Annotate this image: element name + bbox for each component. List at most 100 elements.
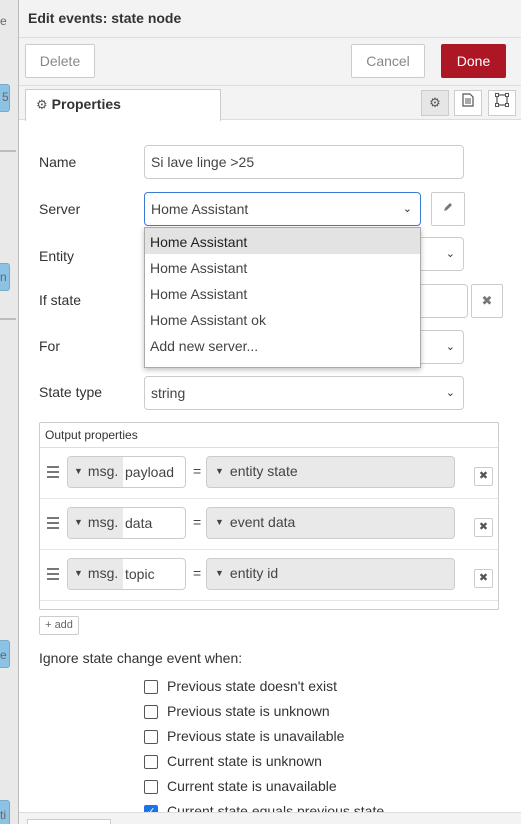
property-name: topic: [125, 566, 155, 582]
canvas-text-fragment: ti: [0, 808, 6, 822]
document-icon: [462, 93, 474, 107]
canvas-text-fragment: n: [0, 270, 7, 284]
caret-down-icon: ▼: [74, 568, 83, 578]
property-prefix: msg.: [87, 565, 119, 581]
value-text: entity id: [229, 565, 279, 581]
drag-handle-icon[interactable]: [47, 466, 59, 481]
caret-down-icon: ▼: [74, 466, 83, 476]
remove-row-button[interactable]: ✖: [474, 569, 493, 588]
tray-title: Edit events: state node: [19, 0, 521, 38]
entity-label: Entity: [39, 248, 75, 264]
property-type-select[interactable]: ▼ msg.: [68, 508, 123, 538]
name-label: Name: [39, 154, 77, 170]
checkbox-label: Previous state is unknown: [167, 703, 330, 719]
checkbox-label: Previous state doesn't exist: [167, 678, 337, 694]
checkbox[interactable]: [144, 730, 158, 744]
server-label: Server: [39, 201, 81, 217]
canvas-wire: [0, 318, 16, 320]
canvas-text-fragment: e: [0, 14, 7, 28]
drag-handle-icon[interactable]: [47, 517, 59, 532]
server-select[interactable]: Home Assistant ⌄: [144, 192, 421, 226]
checkbox-label: Current state is unknown: [167, 753, 322, 769]
chevron-down-icon: ⌄: [445, 387, 455, 399]
name-input[interactable]: Si lave linge >25: [144, 145, 464, 179]
tray-footer: [19, 812, 521, 824]
output-property-row: ▼ msg. topic = ▼ entity id ✖: [40, 550, 498, 601]
if-state-label: If state: [39, 292, 82, 308]
state-type-select[interactable]: string ⌄: [144, 376, 464, 410]
frame-icon: [495, 93, 509, 107]
checkbox[interactable]: [144, 705, 158, 719]
server-select-value: Home Assistant: [151, 201, 249, 217]
properties-panel: Name Si lave linge >25 Server Home Assis…: [19, 120, 521, 824]
checkbox-label: Previous state is unavailable: [167, 728, 345, 744]
state-type-label: State type: [39, 384, 103, 400]
caret-down-icon: ▼: [74, 517, 83, 527]
output-properties-box: Output properties ▼ msg. payload = ▼ entit…: [39, 422, 499, 610]
remove-row-button[interactable]: ✖: [474, 467, 493, 486]
equals-sign: =: [193, 514, 202, 530]
caret-down-icon: ▼: [215, 568, 224, 578]
footer-tab[interactable]: [27, 819, 111, 824]
chevron-down-icon: ⌄: [445, 248, 455, 260]
pencil-icon: [444, 203, 452, 211]
property-input[interactable]: ▼ msg. topic: [67, 558, 186, 590]
state-type-value: string: [151, 385, 186, 401]
add-property-button[interactable]: + add: [39, 616, 79, 635]
dropdown-option[interactable]: Home Assistant: [145, 228, 420, 254]
property-prefix: msg.: [87, 463, 119, 479]
value-type-select[interactable]: ▼ entity id: [206, 558, 455, 590]
value-text: entity state: [229, 463, 298, 479]
tab-properties-label: Properties: [51, 96, 121, 112]
chevron-down-icon: ⌄: [445, 341, 455, 353]
tray-tabs: ⚙ Properties ⚙: [19, 86, 521, 121]
checkbox-label: Current state is unavailable: [167, 778, 337, 794]
property-type-select[interactable]: ▼ msg.: [68, 457, 123, 487]
server-dropdown-list: Home Assistant Home Assistant Home Assis…: [144, 227, 421, 368]
clear-if-state-button[interactable]: ✖: [471, 284, 503, 318]
flow-canvas-edge[interactable]: e 5 n e ti: [0, 0, 18, 824]
dropdown-option[interactable]: Home Assistant ok: [145, 306, 420, 332]
property-type-select[interactable]: ▼ msg.: [68, 559, 123, 589]
equals-sign: =: [193, 463, 202, 479]
property-input[interactable]: ▼ msg. data: [67, 507, 186, 539]
property-name: payload: [125, 464, 175, 480]
done-button[interactable]: Done: [441, 44, 506, 78]
caret-down-icon: ▼: [215, 466, 224, 476]
cancel-button[interactable]: Cancel: [351, 44, 425, 78]
gear-icon: ⚙: [36, 97, 48, 112]
checkbox[interactable]: [144, 755, 158, 769]
ignore-label: Ignore state change event when:: [39, 650, 243, 666]
value-text: event data: [229, 514, 296, 530]
settings-tab-icon[interactable]: ⚙: [421, 90, 449, 116]
value-type-select[interactable]: ▼ event data: [206, 507, 455, 539]
delete-button[interactable]: Delete: [25, 44, 95, 78]
property-prefix: msg.: [87, 514, 119, 530]
tab-properties[interactable]: ⚙ Properties: [25, 89, 221, 121]
value-type-select[interactable]: ▼ entity state: [206, 456, 455, 488]
output-properties-title: Output properties: [45, 428, 138, 442]
add-new-server-option[interactable]: Add new server...: [145, 332, 420, 358]
equals-sign: =: [193, 565, 202, 581]
canvas-wire: [0, 150, 16, 152]
remove-row-button[interactable]: ✖: [474, 518, 493, 537]
plus-icon: +: [45, 619, 52, 631]
description-tab-icon[interactable]: [454, 90, 482, 116]
edit-server-button[interactable]: [431, 192, 465, 226]
canvas-text-fragment: e: [0, 648, 7, 662]
tray-toolbar: Delete Cancel Done: [19, 38, 521, 86]
output-property-row: ▼ msg. payload = ▼ entity state ✖: [40, 448, 498, 499]
appearance-tab-icon[interactable]: [488, 90, 516, 116]
add-label: add: [54, 619, 73, 631]
drag-handle-icon[interactable]: [47, 568, 59, 583]
checkbox[interactable]: [144, 680, 158, 694]
checkbox[interactable]: [144, 780, 158, 794]
dropdown-option[interactable]: Home Assistant: [145, 280, 420, 306]
for-label: For: [39, 338, 60, 354]
dropdown-option[interactable]: Home Assistant: [145, 254, 420, 280]
chevron-down-icon: ⌄: [402, 203, 412, 215]
canvas-text-fragment: 5: [2, 90, 9, 104]
edit-tray: Edit events: state node Delete Cancel Do…: [18, 0, 521, 824]
property-input[interactable]: ▼ msg. payload: [67, 456, 186, 488]
property-name: data: [125, 515, 153, 531]
